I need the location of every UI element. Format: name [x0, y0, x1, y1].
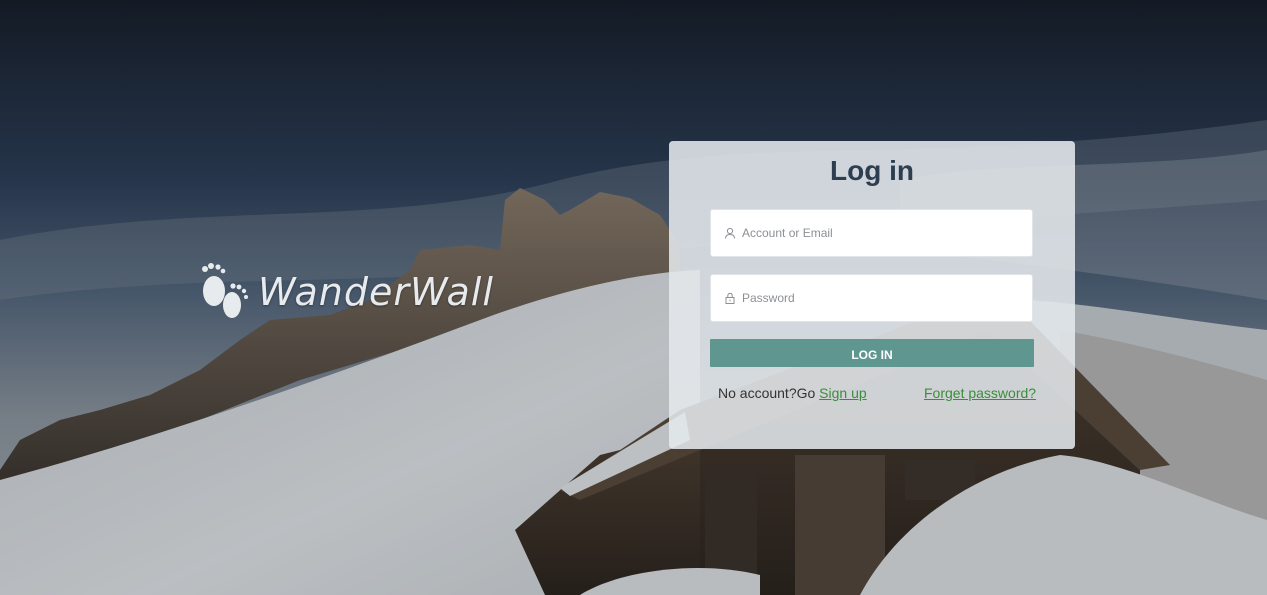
footprints-icon	[202, 263, 248, 318]
login-title: Log in	[830, 155, 914, 186]
account-input[interactable]	[742, 226, 1022, 240]
login-page: WanderWall Log in LOG IN No account?Go S…	[0, 0, 1267, 595]
signup-link[interactable]: Sign up	[819, 385, 866, 401]
login-button[interactable]: LOG IN	[710, 339, 1034, 367]
no-account-text: No account?Go	[718, 385, 820, 401]
forget-password-link[interactable]: Forget password?	[924, 385, 1036, 401]
brand-name: WanderWall	[258, 270, 494, 314]
brand-logo: WanderWall	[196, 260, 494, 324]
user-icon	[725, 227, 735, 239]
background-mountain-image	[0, 0, 1267, 595]
lock-icon	[725, 292, 735, 304]
password-input[interactable]	[742, 291, 1022, 305]
account-field[interactable]	[710, 209, 1033, 257]
login-card: Log in LOG IN No account?Go Sign up Forg…	[669, 141, 1075, 449]
signup-prompt: No account?Go Sign up	[718, 385, 867, 401]
password-field[interactable]	[710, 274, 1033, 322]
